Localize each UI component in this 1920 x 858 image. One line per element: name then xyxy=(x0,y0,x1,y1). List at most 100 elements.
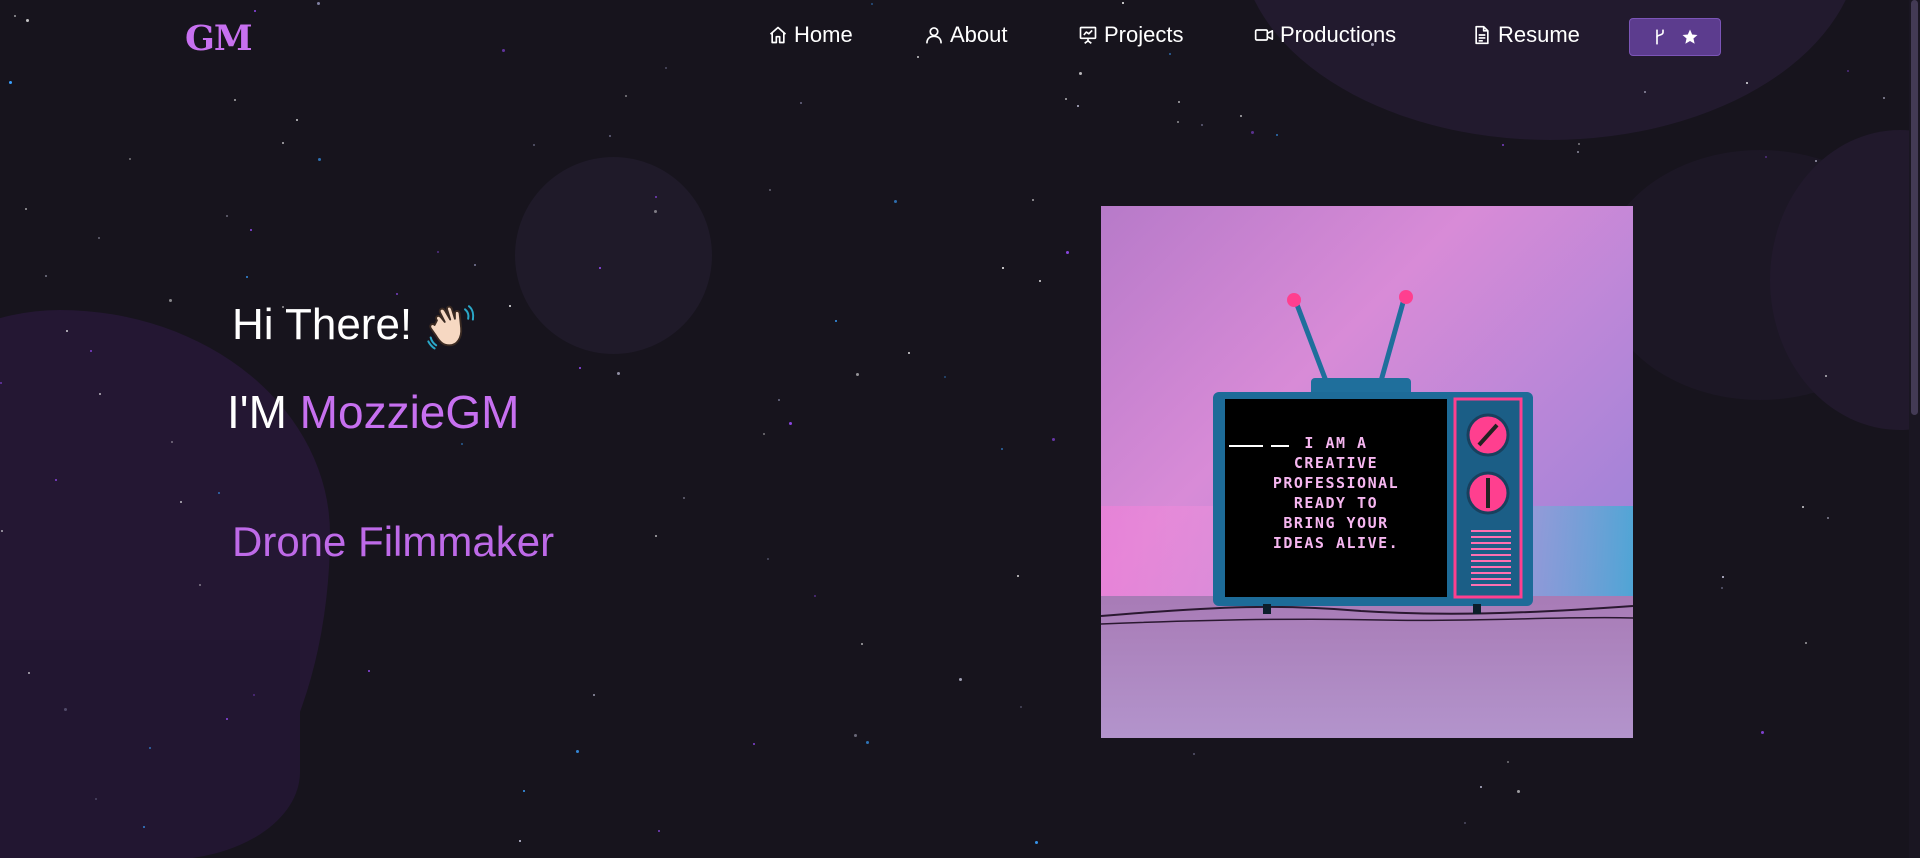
greeting-text: Hi There! xyxy=(232,300,413,349)
retro-tv-illustration: I AM A CREATIVE PROFESSIONAL READY TO BR… xyxy=(1101,206,1633,738)
star xyxy=(655,196,657,198)
tv-screen-line: I AM A xyxy=(1304,434,1367,452)
star xyxy=(1002,267,1004,269)
nav-projects-label: Projects xyxy=(1104,22,1184,47)
star xyxy=(226,718,228,720)
nav-about[interactable]: About xyxy=(924,22,1008,48)
star xyxy=(769,189,771,191)
tv-screen-line: CREATIVE xyxy=(1294,454,1378,472)
name-prefix: I'M xyxy=(227,386,287,438)
star xyxy=(509,305,511,307)
star xyxy=(296,119,298,121)
star xyxy=(143,826,145,828)
scrollbar[interactable] xyxy=(1909,0,1920,858)
star xyxy=(609,135,611,137)
star xyxy=(658,830,660,832)
star xyxy=(1065,98,1067,100)
star xyxy=(169,299,172,302)
nav-productions[interactable]: Productions xyxy=(1254,22,1396,48)
star xyxy=(1765,156,1767,158)
fork-icon xyxy=(1656,29,1664,45)
star xyxy=(908,352,910,354)
background-blob xyxy=(0,640,300,858)
star xyxy=(234,99,236,101)
nav-productions-label: Productions xyxy=(1280,22,1397,47)
scrollbar-thumb[interactable] xyxy=(1911,0,1918,415)
github-star-button[interactable] xyxy=(1629,18,1721,56)
star xyxy=(894,200,897,203)
star xyxy=(625,95,627,97)
star xyxy=(519,840,521,842)
star xyxy=(1577,151,1579,153)
star xyxy=(1017,575,1019,577)
star xyxy=(599,267,601,269)
star xyxy=(789,422,792,425)
star xyxy=(1032,199,1034,201)
star xyxy=(437,251,439,253)
star xyxy=(98,237,100,239)
star xyxy=(778,399,780,401)
star xyxy=(1578,143,1580,145)
star xyxy=(1480,786,1482,788)
star xyxy=(66,330,68,332)
star xyxy=(1883,97,1885,99)
hero-greeting: Hi There! xyxy=(232,300,476,350)
star xyxy=(1722,576,1724,578)
logo[interactable]: GM xyxy=(185,18,253,59)
star xyxy=(226,215,228,217)
tv-screen-line: PROFESSIONAL xyxy=(1273,474,1399,492)
star xyxy=(856,373,859,376)
star xyxy=(171,441,173,443)
star xyxy=(579,367,581,369)
star xyxy=(1825,375,1827,377)
star xyxy=(55,479,57,481)
star xyxy=(835,320,837,322)
star xyxy=(28,672,30,674)
star xyxy=(1507,761,1509,763)
star xyxy=(861,643,863,645)
star xyxy=(866,741,869,744)
star xyxy=(617,372,620,375)
star xyxy=(1644,91,1646,93)
star xyxy=(1001,448,1003,450)
star xyxy=(396,293,398,295)
star xyxy=(1805,642,1807,644)
star xyxy=(1240,115,1242,117)
star xyxy=(199,584,201,586)
star xyxy=(1721,587,1723,589)
star xyxy=(95,798,97,800)
typewriter-role: Drone Filmmaker xyxy=(232,518,555,565)
star xyxy=(1193,753,1195,755)
star xyxy=(1,530,3,532)
star xyxy=(814,595,816,597)
star xyxy=(1066,251,1069,254)
star xyxy=(90,350,92,352)
name-highlight: MozzieGM xyxy=(299,386,520,438)
star xyxy=(763,433,765,435)
star xyxy=(1464,822,1466,824)
star-icon xyxy=(1682,29,1698,44)
navbar: GM Home About Projects Productions Resum… xyxy=(0,0,1920,76)
star xyxy=(45,275,47,277)
user-icon xyxy=(926,27,942,44)
nav-projects[interactable]: Projects xyxy=(1078,22,1183,48)
video-icon xyxy=(1254,29,1274,41)
star xyxy=(1276,134,1278,136)
star xyxy=(1035,841,1038,844)
star xyxy=(1039,280,1041,282)
star xyxy=(1517,790,1520,793)
star xyxy=(1746,82,1748,84)
nav-resume[interactable]: Resume xyxy=(1472,22,1580,48)
star xyxy=(180,501,182,503)
star xyxy=(533,144,535,146)
star xyxy=(253,694,255,696)
star xyxy=(576,750,579,753)
star xyxy=(99,393,101,395)
star xyxy=(1502,144,1504,146)
nav-about-label: About xyxy=(950,22,1008,47)
star xyxy=(1177,121,1179,123)
star xyxy=(800,102,802,104)
nav-home[interactable]: Home xyxy=(768,22,853,48)
star xyxy=(474,264,476,266)
document-icon xyxy=(1475,25,1489,45)
